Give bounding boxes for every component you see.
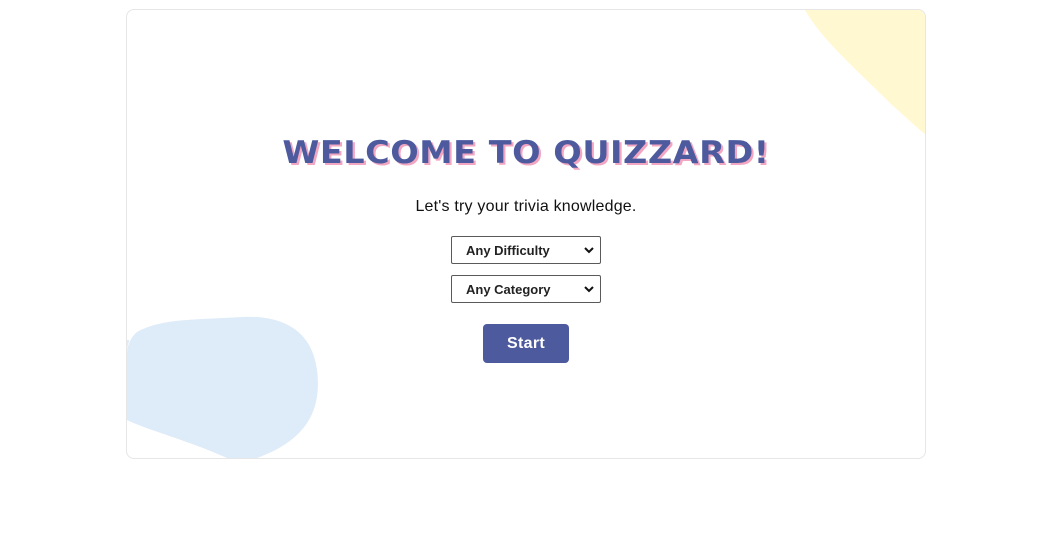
page-title: WELCOME TO QUIZZARD! bbox=[282, 135, 770, 171]
chevron-down-icon bbox=[584, 247, 594, 254]
chevron-down-icon bbox=[584, 286, 594, 293]
quiz-start-card: WELCOME TO QUIZZARD! Let's try your triv… bbox=[126, 9, 926, 459]
difficulty-select-value: Any Difficulty bbox=[466, 242, 550, 258]
category-select[interactable]: Any Category bbox=[451, 275, 601, 303]
page-subtitle: Let's try your trivia knowledge. bbox=[415, 198, 637, 215]
category-select-value: Any Category bbox=[466, 281, 551, 297]
difficulty-select[interactable]: Any Difficulty bbox=[451, 236, 601, 264]
start-button[interactable]: Start bbox=[483, 324, 569, 363]
